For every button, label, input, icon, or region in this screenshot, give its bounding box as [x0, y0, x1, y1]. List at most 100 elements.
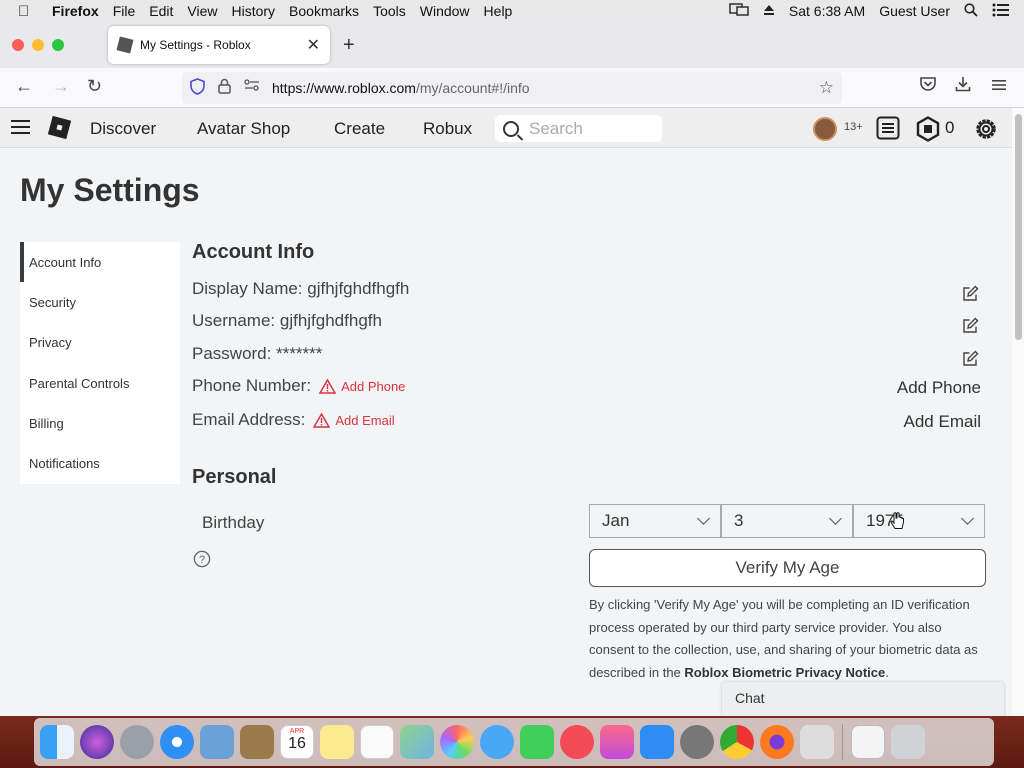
roblox-logo-icon[interactable]	[47, 115, 72, 140]
close-window-button[interactable]	[12, 39, 24, 51]
lock-icon[interactable]	[218, 78, 231, 98]
dock-shelf: APR 16	[34, 718, 994, 766]
birth-day-select[interactable]: 3	[721, 504, 853, 538]
sidebar-item-privacy[interactable]: Privacy	[20, 323, 180, 363]
safari-icon[interactable]	[160, 725, 194, 759]
facetime-icon[interactable]	[520, 725, 554, 759]
browser-tab[interactable]: My Settings - Roblox ✕	[108, 26, 330, 64]
settings-sidebar: Account Info Security Privacy Parental C…	[20, 242, 180, 484]
roblox-app-icon[interactable]	[800, 725, 834, 759]
pocket-icon[interactable]	[919, 76, 937, 97]
document-icon[interactable]	[851, 725, 885, 759]
chevron-down-icon	[961, 512, 974, 525]
new-tab-icon[interactable]: +	[343, 34, 355, 57]
menu-view[interactable]: View	[187, 3, 217, 19]
menu-file[interactable]: File	[113, 3, 136, 19]
biometric-privacy-notice-link[interactable]: Roblox Biometric Privacy Notice	[684, 665, 885, 680]
edit-password-icon[interactable]	[962, 350, 979, 372]
edit-username-icon[interactable]	[962, 317, 979, 339]
birth-month-select[interactable]: Jan	[589, 504, 721, 538]
back-icon[interactable]: ←	[15, 76, 33, 97]
firefox-icon[interactable]	[760, 725, 794, 759]
apple-menu-icon[interactable]: 	[18, 3, 40, 20]
notes-icon[interactable]	[320, 725, 354, 759]
display-mirroring-icon[interactable]	[729, 2, 749, 20]
messages-icon[interactable]	[480, 725, 514, 759]
settings-page: My Settings Account Info Security Privac…	[0, 148, 1012, 716]
add-email-warning-text: Add Email	[335, 412, 395, 428]
nav-discover[interactable]: Discover	[90, 119, 156, 139]
sidebar-item-notifications[interactable]: Notifications	[20, 443, 180, 483]
finder-icon[interactable]	[40, 725, 74, 759]
sidebar-item-parental-controls[interactable]: Parental Controls	[20, 363, 180, 403]
url-bar[interactable]: https://www.roblox.com/my/account#!/info…	[182, 72, 842, 104]
news-icon[interactable]	[560, 725, 594, 759]
eject-icon[interactable]	[763, 3, 775, 19]
add-phone-warning-link[interactable]: Add Phone	[319, 378, 405, 394]
contacts-icon[interactable]	[240, 725, 274, 759]
scrollbar-thumb[interactable]	[1015, 114, 1022, 340]
photos-icon[interactable]	[440, 725, 474, 759]
menu-bookmarks[interactable]: Bookmarks	[289, 3, 359, 19]
notifications-list-icon[interactable]	[876, 116, 900, 145]
birth-year-select[interactable]: 1975	[853, 504, 985, 538]
clock[interactable]: Sat 6:38 AM	[789, 3, 865, 19]
maps-icon[interactable]	[400, 725, 434, 759]
verify-my-age-button[interactable]: Verify My Age	[589, 549, 986, 587]
calendar-icon[interactable]: APR 16	[280, 725, 314, 759]
screen:  Firefox File Edit View History Bookmar…	[0, 0, 1024, 768]
chrome-icon[interactable]	[720, 725, 754, 759]
nav-robux[interactable]: Robux	[423, 119, 472, 139]
page-scrollbar[interactable]	[1012, 108, 1024, 716]
edit-display-name-icon[interactable]	[962, 285, 979, 307]
add-email-warning-link[interactable]: Add Email	[313, 412, 395, 428]
spotlight-search-icon[interactable]	[964, 2, 978, 20]
settings-gear-icon[interactable]	[973, 116, 999, 147]
siri-icon[interactable]	[80, 725, 114, 759]
chat-bar[interactable]: Chat	[722, 682, 1004, 716]
mail-icon[interactable]	[200, 725, 234, 759]
pointer-cursor-icon	[890, 512, 905, 536]
sidebar-item-billing[interactable]: Billing	[20, 403, 180, 443]
age-badge: 13+	[844, 121, 863, 133]
reload-icon[interactable]: ↻	[87, 76, 102, 97]
music-icon[interactable]	[600, 725, 634, 759]
robux-icon[interactable]	[915, 116, 941, 147]
menu-app-name[interactable]: Firefox	[52, 3, 99, 19]
zoom-window-button[interactable]	[52, 39, 64, 51]
reminders-icon[interactable]	[360, 725, 394, 759]
launchpad-icon[interactable]	[120, 725, 154, 759]
app-store-icon[interactable]	[640, 725, 674, 759]
close-tab-icon[interactable]: ✕	[307, 35, 320, 55]
add-phone-button[interactable]: Add Phone	[897, 378, 981, 398]
menu-history[interactable]: History	[231, 3, 275, 19]
nav-create[interactable]: Create	[334, 119, 385, 139]
bookmark-star-icon[interactable]: ☆	[819, 78, 834, 98]
system-preferences-icon[interactable]	[680, 725, 714, 759]
search-input[interactable]: Search	[495, 115, 662, 142]
sidebar-item-account-info[interactable]: Account Info	[20, 242, 180, 283]
disclaimer-end: .	[885, 664, 889, 680]
menu-window[interactable]: Window	[420, 3, 470, 19]
trash-icon[interactable]	[891, 725, 925, 759]
menu-edit[interactable]: Edit	[149, 3, 173, 19]
verification-disclaimer: By clicking 'Verify My Age' you will be …	[589, 594, 989, 684]
help-question-icon[interactable]: ?	[193, 550, 211, 573]
minimize-window-button[interactable]	[32, 39, 44, 51]
add-email-button[interactable]: Add Email	[904, 412, 981, 432]
site-permissions-icon[interactable]	[244, 78, 260, 96]
downloads-icon[interactable]	[955, 76, 971, 97]
app-menu-icon[interactable]	[991, 76, 1007, 97]
control-center-icon[interactable]	[992, 3, 1010, 20]
menu-help[interactable]: Help	[484, 3, 513, 19]
hamburger-menu-icon[interactable]	[11, 120, 30, 135]
forward-icon[interactable]: →	[52, 76, 70, 97]
menu-tools[interactable]: Tools	[373, 3, 406, 19]
user-name[interactable]: Guest User	[879, 3, 950, 19]
sidebar-item-security[interactable]: Security	[20, 282, 180, 322]
tracking-protection-shield-icon[interactable]	[190, 78, 205, 99]
display-name-row: Display Name: gjfhjfghdfhgfh	[192, 279, 410, 298]
nav-avatar-shop[interactable]: Avatar Shop	[197, 119, 290, 139]
avatar[interactable]	[813, 117, 837, 141]
chevron-down-icon	[697, 512, 710, 525]
